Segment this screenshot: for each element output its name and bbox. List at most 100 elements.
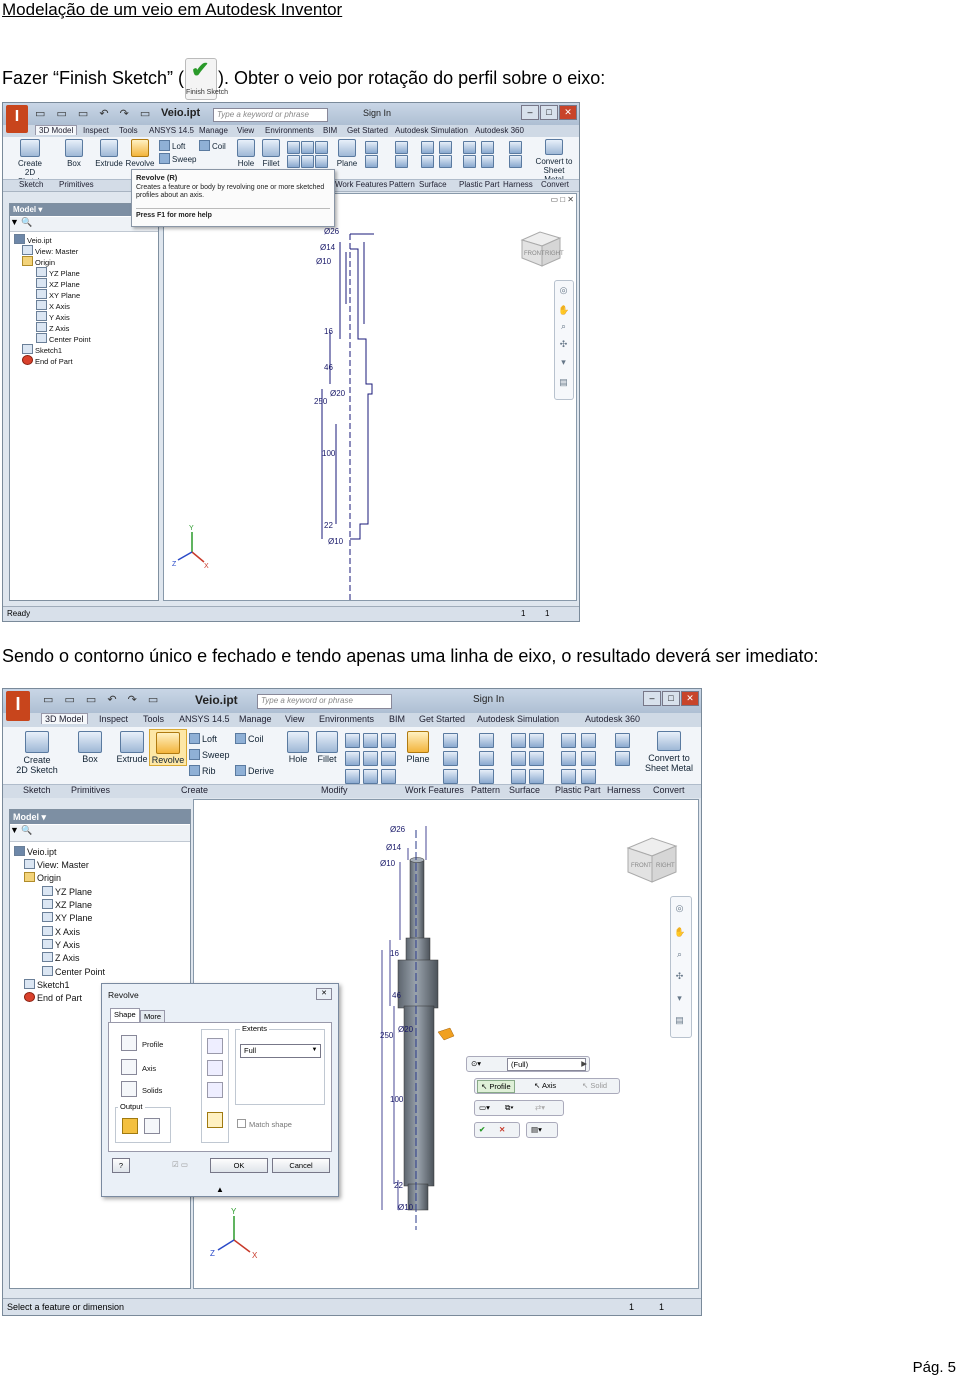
dimension-label[interactable]: Ø14 bbox=[386, 843, 402, 852]
search-input[interactable]: Type a keyword or phrase bbox=[213, 108, 328, 122]
surface-icon[interactable] bbox=[439, 155, 452, 168]
plastic-part-icon[interactable] bbox=[581, 769, 596, 784]
panel-pattern[interactable]: Pattern bbox=[471, 785, 500, 795]
browser-header[interactable]: Model ▾ bbox=[10, 810, 190, 824]
surface-output-icon[interactable] bbox=[144, 1118, 160, 1134]
box-button[interactable]: Box bbox=[75, 731, 105, 764]
tree-item[interactable]: XZ Plane bbox=[36, 278, 80, 289]
app-logo[interactable]: I bbox=[6, 691, 30, 721]
symmetric-icon[interactable]: ⇄▾ bbox=[535, 1101, 545, 1115]
orbit-icon[interactable]: ✣ bbox=[674, 971, 685, 981]
filter-icon[interactable]: ▼ bbox=[10, 825, 21, 835]
coil-button[interactable]: Coil bbox=[199, 140, 226, 151]
panel-convert[interactable]: Convert bbox=[653, 785, 685, 795]
dimension-label[interactable]: Ø10 bbox=[328, 537, 344, 546]
plastic-part-icon[interactable] bbox=[581, 751, 596, 766]
viewcube[interactable]: FRONT RIGHT bbox=[624, 834, 680, 886]
fillet-button[interactable]: Fillet bbox=[313, 731, 341, 764]
panel-surface[interactable]: Surface bbox=[419, 180, 447, 189]
surface-icon[interactable] bbox=[439, 141, 452, 154]
loft-button[interactable]: Loft bbox=[159, 140, 185, 151]
derive-button[interactable]: Derive bbox=[235, 765, 274, 776]
tab-view[interactable]: View bbox=[285, 714, 304, 724]
tab-environments[interactable]: Environments bbox=[265, 126, 314, 135]
extents-dropdown[interactable]: Full ▼ bbox=[240, 1044, 321, 1058]
find-icon[interactable]: 🔍 bbox=[21, 825, 32, 835]
surface-icon[interactable] bbox=[421, 141, 434, 154]
work-feature-icon[interactable] bbox=[443, 751, 458, 766]
more-options-mini-toolbar[interactable]: ▤▾ bbox=[526, 1122, 558, 1138]
dimension-label[interactable]: 16 bbox=[390, 949, 399, 958]
tab-bim[interactable]: BIM bbox=[323, 126, 337, 135]
tab-autodesk-simulation[interactable]: Autodesk Simulation bbox=[395, 126, 468, 135]
tab-view[interactable]: View bbox=[237, 126, 254, 135]
dimension-label[interactable]: 16 bbox=[324, 327, 333, 336]
menu-icon[interactable]: ▤▾ bbox=[531, 1123, 542, 1137]
panel-sketch[interactable]: Sketch bbox=[23, 785, 51, 795]
panel-primitives[interactable]: Primitives bbox=[59, 180, 94, 189]
panel-modify[interactable]: Modify bbox=[321, 785, 348, 795]
work-feature-icon[interactable] bbox=[443, 733, 458, 748]
pattern-icon[interactable] bbox=[479, 751, 494, 766]
pattern-icon[interactable] bbox=[395, 155, 408, 168]
panel-sketch[interactable]: Sketch bbox=[19, 180, 43, 189]
panel-harness[interactable]: Harness bbox=[607, 785, 641, 795]
graphics-viewport[interactable]: ▭ □ ✕ Ø26 Ø14 Ø10 16 46 250 Ø20 100 22 Ø… bbox=[163, 193, 577, 601]
surface-icon[interactable] bbox=[511, 733, 526, 748]
help-button[interactable]: ? bbox=[112, 1158, 130, 1173]
extents-mini-toolbar[interactable]: ⊙▾ (Full) ▶ bbox=[466, 1056, 590, 1072]
dimension-label[interactable]: Ø10 bbox=[316, 257, 332, 266]
rib-button[interactable]: Rib bbox=[189, 765, 216, 776]
tree-item[interactable]: Z Axis bbox=[42, 952, 80, 963]
tab-autodesk-360[interactable]: Autodesk 360 bbox=[585, 714, 640, 724]
surface-icon[interactable] bbox=[529, 751, 544, 766]
solid-output-icon[interactable] bbox=[122, 1118, 138, 1134]
dimension-label[interactable]: 250 bbox=[380, 1031, 394, 1040]
hole-button[interactable]: Hole bbox=[235, 139, 257, 168]
work-feature-icon[interactable] bbox=[365, 155, 378, 168]
modify-tool-icon[interactable] bbox=[345, 733, 360, 748]
panel-pattern[interactable]: Pattern bbox=[389, 180, 415, 189]
axis-selector[interactable]: Axis bbox=[121, 1059, 156, 1075]
join-icon[interactable] bbox=[207, 1038, 223, 1054]
modify-tool-icon[interactable] bbox=[381, 733, 396, 748]
coil-button[interactable]: Coil bbox=[235, 733, 264, 744]
preview-toggle[interactable]: ☑ ▭ bbox=[162, 1158, 198, 1171]
collapse-arrow-icon[interactable]: ▲ bbox=[102, 1185, 338, 1194]
plastic-part-icon[interactable] bbox=[463, 155, 476, 168]
convert-to-sheet-metal-button[interactable]: Convert toSheet Metal bbox=[643, 731, 695, 773]
modify-tool-icon[interactable] bbox=[363, 769, 378, 784]
tab-manage[interactable]: Manage bbox=[199, 126, 228, 135]
dimension-label[interactable]: Ø14 bbox=[320, 243, 336, 252]
panel-plastic-part[interactable]: Plastic Part bbox=[555, 785, 601, 795]
modify-tool-icon[interactable] bbox=[345, 751, 360, 766]
tab-ansys[interactable]: ANSYS 14.5 bbox=[149, 126, 194, 135]
plane-button[interactable]: Plane bbox=[335, 139, 359, 168]
new-solid-icon[interactable] bbox=[207, 1112, 223, 1128]
convert-to-sheet-metal-button[interactable]: Convert toSheet Metal bbox=[533, 139, 575, 184]
modify-tool-icon[interactable] bbox=[315, 141, 328, 154]
modify-tool-icon[interactable] bbox=[301, 141, 314, 154]
solids-selector[interactable]: Solids bbox=[121, 1081, 162, 1097]
modify-tool-icon[interactable] bbox=[381, 769, 396, 784]
plastic-part-icon[interactable] bbox=[463, 141, 476, 154]
modify-tool-icon[interactable] bbox=[287, 141, 300, 154]
tab-get-started[interactable]: Get Started bbox=[347, 126, 388, 135]
extents-icon[interactable]: ⊙▾ bbox=[471, 1057, 481, 1071]
surface-icon[interactable] bbox=[421, 155, 434, 168]
work-feature-icon[interactable] bbox=[443, 769, 458, 784]
operation-icon[interactable]: ⧉▾ bbox=[505, 1101, 514, 1115]
tree-item[interactable]: Origin bbox=[24, 872, 61, 883]
tree-item[interactable]: View: Master bbox=[22, 245, 78, 256]
dimension-label[interactable]: 46 bbox=[392, 991, 401, 1000]
box-button[interactable]: Box bbox=[61, 139, 87, 168]
quick-access-toolbar[interactable]: ▭ ▭ ▭ ↶ ↷ ▭ bbox=[35, 107, 154, 120]
ok-check-icon[interactable]: ✔ bbox=[479, 1123, 485, 1137]
panel-harness[interactable]: Harness bbox=[503, 180, 533, 189]
panel-work-features[interactable]: Work Features bbox=[335, 180, 387, 189]
sweep-button[interactable]: Sweep bbox=[159, 153, 196, 164]
plastic-part-icon[interactable] bbox=[481, 141, 494, 154]
harness-icon[interactable] bbox=[509, 141, 522, 154]
sweep-button[interactable]: Sweep bbox=[189, 749, 230, 760]
tree-item[interactable]: Sketch1 bbox=[22, 344, 62, 355]
